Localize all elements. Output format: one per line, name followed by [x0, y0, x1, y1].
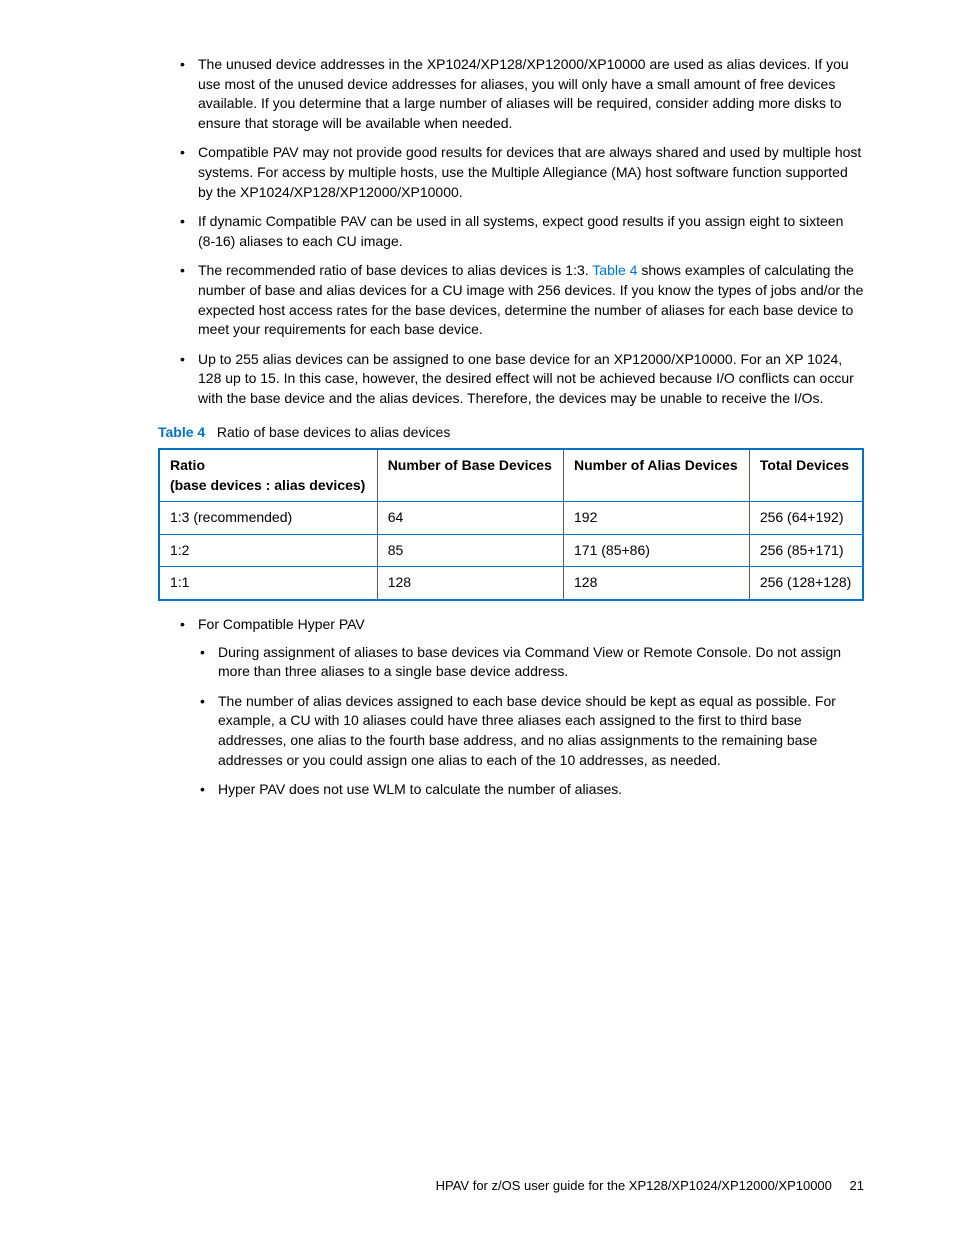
- table-row: 1:1 128 128 256 (128+128): [159, 567, 863, 600]
- table-row: 1:2 85 171 (85+86) 256 (85+171): [159, 534, 863, 567]
- text-segment: The recommended ratio of base devices to…: [198, 262, 592, 278]
- table-cell: 1:3 (recommended): [159, 502, 377, 535]
- table-cell: 128: [564, 567, 750, 600]
- hyper-pav-sublist: During assignment of aliases to base dev…: [198, 643, 864, 800]
- page-footer: HPAV for z/OS user guide for the XP128/X…: [436, 1177, 864, 1195]
- document-page: The unused device addresses in the XP102…: [0, 0, 954, 1235]
- hyper-pav-list: For Compatible Hyper PAV During assignme…: [158, 615, 864, 800]
- list-item: During assignment of aliases to base dev…: [218, 643, 864, 682]
- table-cell: 1:1: [159, 567, 377, 600]
- hyper-pav-heading: For Compatible Hyper PAV: [198, 616, 365, 632]
- table-caption-label: Table 4: [158, 424, 205, 440]
- table-header-base: Number of Base Devices: [377, 449, 563, 502]
- table-caption-text: Ratio of base devices to alias devices: [217, 424, 450, 440]
- table-cell: 64: [377, 502, 563, 535]
- header-text: (base devices : alias devices): [170, 477, 365, 493]
- table-header-ratio: Ratio (base devices : alias devices): [159, 449, 377, 502]
- list-item: If dynamic Compatible PAV can be used in…: [198, 212, 864, 251]
- list-item: Compatible PAV may not provide good resu…: [198, 143, 864, 202]
- list-item: Hyper PAV does not use WLM to calculate …: [218, 780, 864, 800]
- header-text: Ratio: [170, 457, 205, 473]
- table-cell: 128: [377, 567, 563, 600]
- list-item: For Compatible Hyper PAV During assignme…: [198, 615, 864, 800]
- page-number: 21: [850, 1178, 864, 1193]
- table-caption: Table 4 Ratio of base devices to alias d…: [158, 423, 864, 443]
- list-item: The unused device addresses in the XP102…: [198, 55, 864, 133]
- table-cell: 171 (85+86): [564, 534, 750, 567]
- table-cell: 1:2: [159, 534, 377, 567]
- table-cell: 85: [377, 534, 563, 567]
- table-cell: 256 (64+192): [749, 502, 863, 535]
- table-cell: 192: [564, 502, 750, 535]
- table-reference-link[interactable]: Table 4: [592, 262, 637, 278]
- table-header-row: Ratio (base devices : alias devices) Num…: [159, 449, 863, 502]
- table-row: 1:3 (recommended) 64 192 256 (64+192): [159, 502, 863, 535]
- list-item: The recommended ratio of base devices to…: [198, 261, 864, 339]
- table-cell: 256 (85+171): [749, 534, 863, 567]
- list-item: The number of alias devices assigned to …: [218, 692, 864, 770]
- table-cell: 256 (128+128): [749, 567, 863, 600]
- table-header-alias: Number of Alias Devices: [564, 449, 750, 502]
- footer-text: HPAV for z/OS user guide for the XP128/X…: [436, 1178, 832, 1193]
- ratio-table: Ratio (base devices : alias devices) Num…: [158, 448, 864, 601]
- table-header-total: Total Devices: [749, 449, 863, 502]
- list-item: Up to 255 alias devices can be assigned …: [198, 350, 864, 409]
- top-bullet-list: The unused device addresses in the XP102…: [158, 55, 864, 409]
